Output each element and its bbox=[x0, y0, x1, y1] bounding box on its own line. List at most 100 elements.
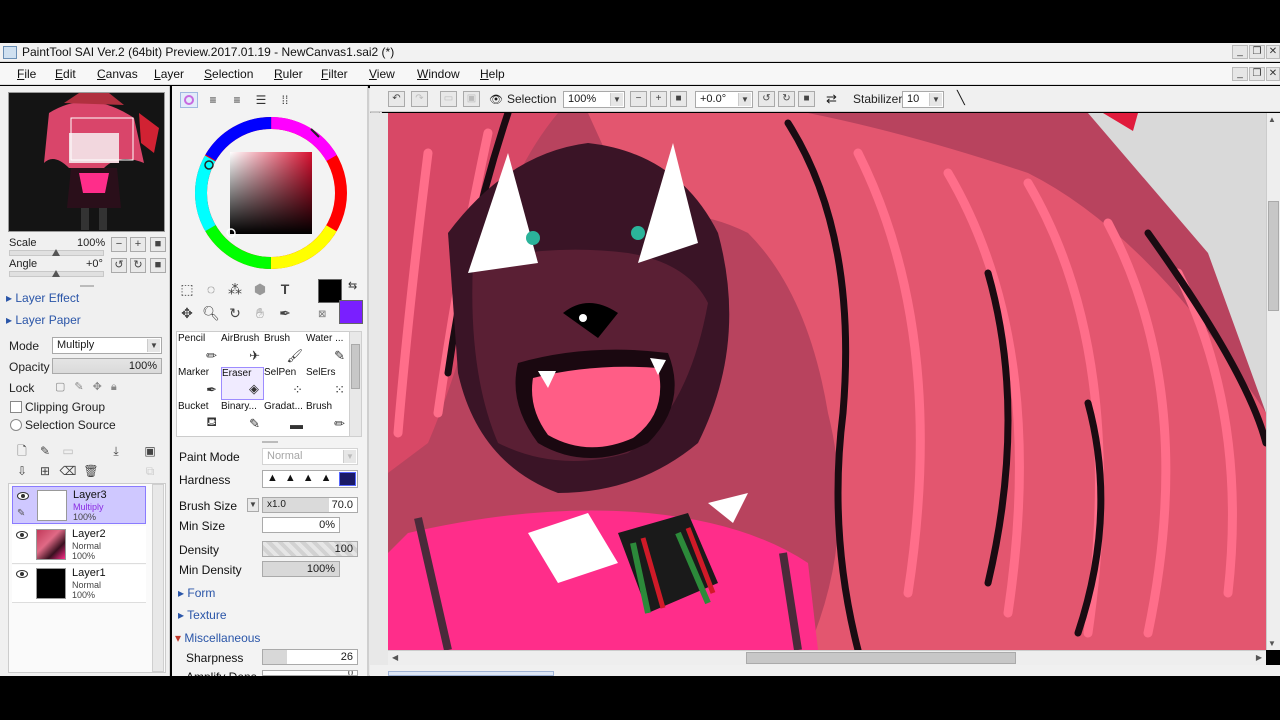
trash-icon[interactable]: 🗑︎ bbox=[81, 461, 101, 481]
swatches-tab[interactable]: ☰ bbox=[252, 92, 270, 108]
layer-mask-icon[interactable]: ▣ bbox=[140, 441, 160, 461]
rgb-sliders-tab[interactable]: ≡ bbox=[204, 92, 222, 108]
scroll-right-icon[interactable]: ▶ bbox=[1256, 653, 1262, 662]
scratchpad-tab[interactable]: ⁞⁞ bbox=[276, 92, 294, 108]
selection-visibility-icon[interactable]: 👁︎ bbox=[489, 93, 503, 106]
brush-bucket[interactable]: Bucket ⛾ bbox=[178, 401, 221, 434]
amplify-density-slider[interactable]: 0 bbox=[262, 670, 358, 676]
restore-icon[interactable]: ❐ bbox=[1249, 45, 1265, 59]
invert-selection-icon[interactable]: ▣ bbox=[463, 91, 480, 107]
brush-size-multiplier-button[interactable]: ▼ bbox=[247, 498, 259, 512]
layer-effect-header[interactable]: ▸ Layer Effect bbox=[6, 291, 79, 305]
lock-move-icon[interactable]: ✥ bbox=[93, 381, 111, 393]
min-size-slider[interactable]: 0% bbox=[262, 517, 340, 533]
transfer-down-icon[interactable]: ⇩ bbox=[12, 461, 32, 481]
navigator-preview[interactable] bbox=[8, 92, 165, 232]
rotate-right-button[interactable]: ↻ bbox=[778, 91, 795, 107]
lock-paint-icon[interactable]: ✎ bbox=[74, 381, 92, 393]
hardness-step-selected[interactable] bbox=[339, 472, 356, 486]
brush-binary[interactable]: Binary... ✎ bbox=[221, 401, 264, 434]
angle-slider-thumb[interactable] bbox=[52, 270, 60, 277]
scroll-down-icon[interactable]: ▼ bbox=[1268, 639, 1276, 648]
menu-edit[interactable]: Edit bbox=[55, 67, 76, 81]
vertical-scroll-thumb[interactable] bbox=[1268, 201, 1279, 311]
misc-section[interactable]: ▾ Miscellaneous bbox=[175, 631, 260, 645]
brush-brush-2[interactable]: Brush ✏ bbox=[306, 401, 349, 434]
form-section[interactable]: ▸ Form bbox=[178, 586, 215, 600]
zoom-out-button[interactable]: − bbox=[111, 237, 127, 252]
transparent-color-icon[interactable]: ⊠ bbox=[318, 309, 326, 320]
rotate-reset-button[interactable]: ■ bbox=[150, 258, 166, 273]
brush-selers[interactable]: SelErs ⁙ bbox=[306, 367, 349, 400]
eye-icon[interactable] bbox=[16, 531, 28, 539]
texture-section[interactable]: ▸ Texture bbox=[178, 608, 227, 622]
zoom-select[interactable]: 100% ▼ bbox=[563, 91, 625, 108]
scale-slider-thumb[interactable] bbox=[52, 249, 60, 256]
menu-canvas[interactable]: Canvas bbox=[97, 67, 138, 81]
straight-line-icon[interactable]: ╲ bbox=[957, 90, 965, 106]
brush-airbrush[interactable]: AirBrush ✈ bbox=[221, 333, 264, 366]
close-icon[interactable]: ✕ bbox=[1266, 45, 1280, 59]
paint-mode-select[interactable]: Normal ▼ bbox=[262, 448, 358, 465]
scroll-left-icon[interactable]: ◀ bbox=[392, 653, 398, 662]
brush-eraser[interactable]: Eraser ◈ bbox=[221, 367, 264, 400]
rotate-tool-icon[interactable]: ↻ bbox=[225, 303, 245, 323]
swap-colors-icon[interactable]: ⇆ bbox=[348, 279, 357, 292]
clipping-group-checkbox[interactable] bbox=[10, 401, 22, 413]
menu-filter[interactable]: Filter bbox=[321, 67, 348, 81]
zoom-in-button[interactable]: + bbox=[130, 237, 146, 252]
eye-icon[interactable] bbox=[16, 570, 28, 578]
secondary-color-swatch[interactable] bbox=[339, 300, 363, 324]
canvas-horizontal-scrollbar[interactable]: ◀ ▶ bbox=[388, 650, 1266, 665]
doc-close-icon[interactable]: ✕ bbox=[1266, 67, 1280, 81]
rotate-reset-button[interactable]: ■ bbox=[798, 91, 815, 107]
layer-row-layer2[interactable]: Layer2 Normal 100% bbox=[12, 526, 146, 564]
doc-restore-icon[interactable]: ❐ bbox=[1249, 67, 1265, 81]
horizontal-scroll-thumb[interactable] bbox=[746, 652, 1016, 664]
min-density-slider[interactable]: 100% bbox=[262, 561, 340, 577]
brush-grid-scroll-thumb[interactable] bbox=[351, 344, 360, 389]
doc-minimize-icon[interactable]: _ bbox=[1232, 67, 1248, 81]
rotate-left-button[interactable]: ↺ bbox=[758, 91, 775, 107]
brush-size-slider[interactable]: x1.0 70.0 bbox=[262, 497, 358, 513]
sharpness-slider[interactable]: 26 bbox=[262, 649, 358, 665]
new-folder-icon[interactable]: ▭ bbox=[58, 441, 78, 461]
brush-selpen[interactable]: SelPen ⁘ bbox=[264, 367, 307, 400]
lock-transparency-icon[interactable]: ▢ bbox=[55, 381, 74, 393]
rect-select-icon[interactable]: ⬚ bbox=[177, 279, 197, 299]
brush-grid-scrollbar[interactable] bbox=[349, 331, 362, 437]
hardness-selector[interactable]: ▲▲▲▲ bbox=[262, 470, 358, 488]
menu-view[interactable]: View bbox=[369, 67, 395, 81]
canvas-vertical-scrollbar[interactable]: ▲ ▼ bbox=[1266, 113, 1280, 650]
scroll-up-icon[interactable]: ▲ bbox=[1268, 115, 1276, 124]
brush-brush[interactable]: Brush 🖌︎ bbox=[264, 333, 307, 366]
rotation-select[interactable]: +0.0° ▼ bbox=[695, 91, 753, 108]
hardness-steps-icon[interactable]: ▲▲▲▲ bbox=[267, 472, 339, 484]
rotate-left-button[interactable]: ↺ bbox=[111, 258, 127, 273]
zoom-out-button[interactable]: − bbox=[630, 91, 647, 107]
brush-water[interactable]: Water ... ✎ bbox=[306, 333, 349, 366]
density-slider[interactable]: 100 bbox=[262, 541, 358, 557]
menu-help[interactable]: Help bbox=[480, 67, 505, 81]
zoom-tool-icon[interactable]: 🔍︎ bbox=[201, 303, 221, 323]
drawing-canvas[interactable] bbox=[388, 113, 1266, 650]
hand-tool-icon[interactable]: ✋︎ bbox=[250, 303, 270, 323]
menu-ruler[interactable]: Ruler bbox=[274, 67, 303, 81]
opacity-slider[interactable]: 100% bbox=[52, 358, 162, 374]
magic-wand-icon[interactable]: ⁂ bbox=[225, 279, 245, 299]
merge-down-icon[interactable]: ⊞ bbox=[35, 461, 55, 481]
layer-list-scrollbar[interactable] bbox=[152, 484, 164, 672]
blend-mode-select[interactable]: Multiply ▼ bbox=[52, 337, 162, 354]
text-tool-icon[interactable]: T bbox=[275, 279, 295, 299]
layer-extra-icon[interactable]: ⧉ bbox=[140, 461, 160, 481]
lock-toggles[interactable]: ▢✎✥🔒︎ bbox=[55, 380, 126, 394]
clear-layer-icon[interactable]: ⌫ bbox=[58, 461, 78, 481]
eye-icon[interactable] bbox=[17, 492, 29, 500]
rotate-right-button[interactable]: ↻ bbox=[130, 258, 146, 273]
menu-window[interactable]: Window bbox=[417, 67, 460, 81]
zoom-reset-button[interactable]: ■ bbox=[670, 91, 687, 107]
menu-layer[interactable]: Layer bbox=[154, 67, 184, 81]
flip-horizontal-icon[interactable]: ⇄ bbox=[826, 91, 837, 107]
layer-merge-settings-icon[interactable]: ⤓ bbox=[106, 441, 126, 461]
panel-splitter[interactable] bbox=[80, 285, 94, 287]
